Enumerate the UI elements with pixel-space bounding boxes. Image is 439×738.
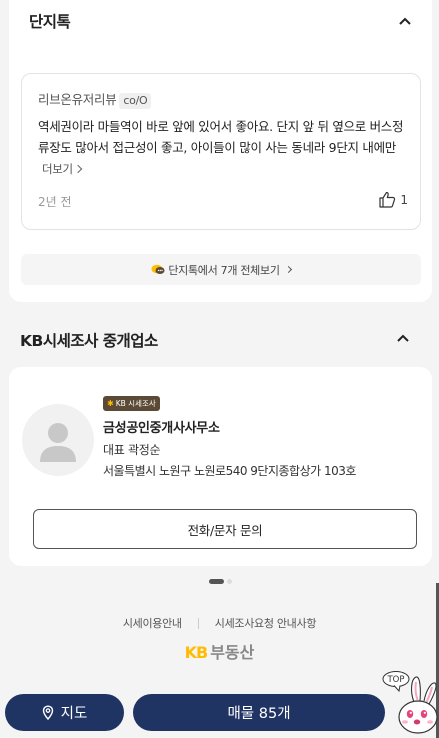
review-body: 역세권이라 마들역이 바로 앞에 있어서 좋아요. 단지 앞 뒤 옆으로 버스정…	[38, 119, 404, 155]
reviewer-name: 리브온유저리뷰	[38, 92, 117, 107]
avatar	[22, 404, 94, 476]
listings-label: 매물 85개	[227, 706, 291, 722]
more-label: 더보기	[42, 162, 73, 176]
scroll-to-top-button[interactable]: TOP	[380, 670, 439, 738]
chevron-right-icon	[73, 164, 83, 174]
kb-real-estate-logo: KB 부동산	[0, 639, 439, 663]
like-button[interactable]: 1	[378, 191, 408, 208]
thumbs-up-icon	[379, 191, 396, 208]
map-button[interactable]: 지도	[5, 694, 124, 731]
broker-representative: 대표 곽정순	[103, 443, 161, 457]
section-title-broker: KB시세조사 중개업소	[20, 332, 158, 350]
footer-link-survey-request[interactable]: 시세조사요청 안내사항	[215, 615, 317, 631]
footer-link-price-guide[interactable]: 시세이용안내	[123, 615, 182, 631]
like-count: 1	[400, 192, 408, 207]
review-text: 역세권이라 마들역이 바로 앞에 있어서 좋아요. 단지 앞 뒤 옆으로 버스정…	[38, 116, 406, 180]
kb-badge-label: KB 시세조사	[115, 399, 156, 408]
danji-talk-card: 단지톡 리브온유저리뷰 co/O 역세권이라 마들역이 바로 앞에 있어서 좋아요…	[9, 0, 432, 302]
page-dot-active[interactable]	[209, 579, 224, 584]
footer-divider	[197, 617, 199, 629]
logo-kb: KB	[184, 643, 209, 662]
footer-links: 시세이용안내 시세조사요청 안내사항	[0, 615, 439, 631]
kb-survey-badge: ✱ KB 시세조사	[103, 396, 160, 411]
reviewer-badge: co/O	[119, 93, 152, 109]
broker-card: ✱ KB 시세조사 금성공인중개사사무소 대표 곽정순 서울특별시 노원구 노원…	[9, 367, 432, 566]
kb-star-icon: ✱	[107, 399, 114, 408]
contact-button[interactable]: 전화/문자 문의	[33, 509, 417, 549]
view-all-label: 단지톡에서 7개 전체보기	[168, 263, 280, 277]
location-pin-icon	[42, 705, 53, 720]
chat-bubble-icon	[151, 264, 165, 274]
view-all-button[interactable]: 단지톡에서 7개 전체보기	[21, 254, 421, 285]
page-dot[interactable]	[227, 579, 232, 584]
listings-button[interactable]: 매물 85개	[133, 694, 385, 731]
section-title-danji-talk: 단지톡	[29, 13, 71, 31]
more-link[interactable]: 더보기	[42, 162, 83, 176]
person-icon	[40, 423, 76, 462]
chevron-up-icon[interactable]	[398, 16, 412, 26]
review-card[interactable]: 리브온유저리뷰 co/O 역세권이라 마들역이 바로 앞에 있어서 좋아요. 단지…	[21, 73, 421, 230]
broker-address: 서울특별시 노원구 노원로540 9단지종합상가 103호	[103, 464, 356, 478]
pagination-dots	[209, 579, 232, 584]
top-label: TOP	[386, 675, 404, 685]
review-time: 2년 전	[38, 195, 72, 209]
chevron-right-icon	[284, 265, 292, 274]
reviewer: 리브온유저리뷰 co/O	[38, 89, 152, 109]
map-label: 지도	[60, 706, 88, 722]
broker-name: 금성공인중개사사무소	[103, 421, 220, 436]
logo-text: 부동산	[210, 643, 255, 662]
chevron-up-icon[interactable]	[396, 333, 410, 343]
